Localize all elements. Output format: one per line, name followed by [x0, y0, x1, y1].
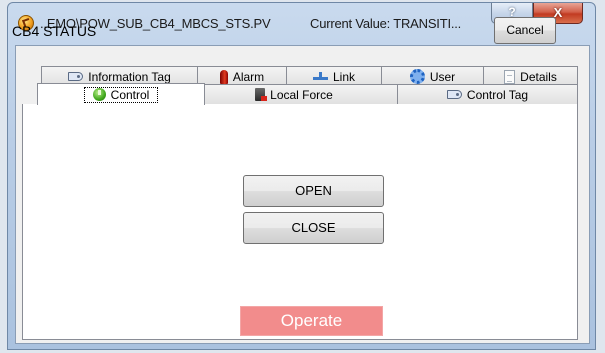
open-button[interactable]: OPEN — [243, 175, 384, 207]
tab-label: User — [429, 69, 456, 84]
tab-label: Control Tag — [466, 87, 529, 102]
alarm-icon — [219, 69, 228, 84]
tab-local-force[interactable]: Local Force — [190, 84, 398, 104]
current-value-text: Current Value: TRANSITI... — [310, 16, 462, 31]
tab-link[interactable]: Link — [286, 66, 382, 86]
tab-alarm[interactable]: Alarm — [197, 66, 287, 86]
local-force-icon — [255, 88, 268, 101]
tag-icon — [68, 72, 84, 81]
tab-control[interactable]: Control — [37, 83, 205, 105]
focus-rectangle: Control — [83, 86, 159, 103]
tab-label: Control — [110, 87, 150, 102]
tag-icon — [446, 90, 462, 99]
tab-label: Link — [332, 69, 355, 84]
operate-button[interactable]: Operate — [240, 306, 383, 336]
link-icon — [312, 71, 328, 82]
tab-label: Details — [520, 69, 557, 84]
close-breaker-button[interactable]: CLOSE — [243, 212, 384, 244]
tab-user[interactable]: User — [381, 66, 484, 86]
gear-icon — [409, 69, 425, 84]
tab-label: Alarm — [232, 69, 265, 84]
tab-control-tag[interactable]: Control Tag — [397, 84, 578, 104]
cancel-button[interactable]: Cancel — [494, 17, 556, 44]
point-status-label: CB4 STATUS — [12, 23, 97, 39]
document-icon — [504, 69, 516, 84]
power-icon — [92, 88, 106, 101]
tab-label: Local Force — [270, 87, 333, 102]
tab-details[interactable]: Details — [483, 66, 578, 86]
